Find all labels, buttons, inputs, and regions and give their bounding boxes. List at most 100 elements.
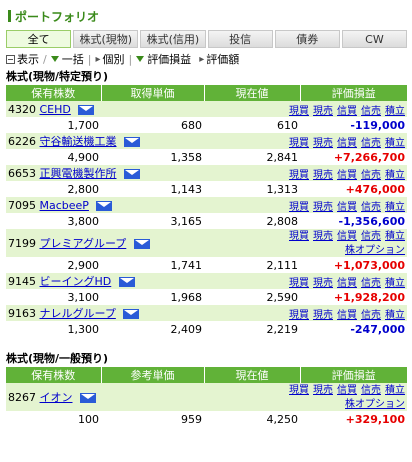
stock-option-link[interactable]: 株オプション xyxy=(345,399,405,410)
tab-all[interactable]: 全て xyxy=(6,30,72,48)
action-link[interactable]: 現売 xyxy=(313,202,333,213)
action-link[interactable]: 信買 xyxy=(337,385,357,396)
tab-cw[interactable]: CW xyxy=(341,30,408,48)
pl-value: +7,266,700 xyxy=(300,149,407,165)
action-link[interactable]: 現買 xyxy=(289,138,309,149)
col-pl: 評価損益 xyxy=(300,367,407,383)
action-link[interactable]: 信売 xyxy=(361,170,381,181)
stock-code: 9163 xyxy=(8,307,36,320)
mail-icon[interactable] xyxy=(123,309,140,319)
tab-funds[interactable]: 投信 xyxy=(207,30,273,48)
table-row-header: 9163 ナレルグループ 現買 現売 信買 信売 積立 xyxy=(6,305,407,321)
stock-code: 8267 xyxy=(8,391,36,404)
action-links: 現買 現売 信買 信売 積立 xyxy=(204,101,407,117)
stock-option-link[interactable]: 株オプション xyxy=(345,245,405,256)
table-row-header: 4320 CEHD 現買 現売 信買 信売 積立 xyxy=(6,101,407,117)
action-link[interactable]: 積立 xyxy=(385,106,405,117)
action-link[interactable]: 現買 xyxy=(289,202,309,213)
mail-icon[interactable] xyxy=(96,200,113,211)
action-link[interactable]: 信売 xyxy=(361,278,381,289)
bulk-option[interactable]: 一括 xyxy=(50,51,84,67)
current-price-value: 2,111 xyxy=(204,257,300,273)
unit-price-value: 1,741 xyxy=(101,257,204,273)
action-link[interactable]: 現買 xyxy=(289,278,309,289)
current-price-value: 2,808 xyxy=(204,213,300,229)
stock-name-link[interactable]: 守谷輸送機工業 xyxy=(40,135,117,148)
action-link[interactable]: 現売 xyxy=(313,138,333,149)
action-link[interactable]: 信売 xyxy=(361,231,381,242)
mail-icon[interactable] xyxy=(124,169,140,179)
action-link[interactable]: 信売 xyxy=(361,385,381,396)
mail-icon[interactable] xyxy=(124,137,140,147)
shares-value: 4,900 xyxy=(6,149,101,165)
individual-option[interactable]: ▸ 個別 xyxy=(95,51,124,67)
stock-name-link[interactable]: イオン xyxy=(40,391,73,404)
action-link[interactable]: 現売 xyxy=(313,231,333,242)
shares-value: 100 xyxy=(6,411,101,427)
valuation-pl-option[interactable]: 評価損益 xyxy=(136,51,191,67)
action-link[interactable]: 積立 xyxy=(385,385,405,396)
stock-name-link[interactable]: MacbeeP xyxy=(40,199,89,212)
triangle-down-icon xyxy=(50,56,59,62)
shares-value: 2,800 xyxy=(6,181,101,197)
table-row: 100 959 4,250 +329,100 xyxy=(6,411,407,427)
category-tabs: 全て 株式(現物) 株式(信用) 投信 債券 CW xyxy=(6,30,408,48)
stock-name-link[interactable]: ビーイングHD xyxy=(40,275,112,288)
action-link[interactable]: 信買 xyxy=(337,202,357,213)
action-link[interactable]: 積立 xyxy=(385,231,405,242)
action-link[interactable]: 信売 xyxy=(361,310,381,321)
action-link[interactable]: 現売 xyxy=(313,310,333,321)
action-link[interactable]: 信売 xyxy=(361,202,381,213)
list-icon xyxy=(6,54,15,64)
table-row-header: 7095 MacbeeP 現買 現売 信買 信売 積立 xyxy=(6,197,407,213)
action-link[interactable]: 信買 xyxy=(337,310,357,321)
table-row: 2,800 1,143 1,313 +476,000 xyxy=(6,181,407,197)
action-link[interactable]: 現買 xyxy=(289,170,309,181)
stock-name-link[interactable]: ナレルグループ xyxy=(40,307,116,320)
action-link[interactable]: 信売 xyxy=(361,106,381,117)
action-link[interactable]: 積立 xyxy=(385,170,405,181)
action-link[interactable]: 現売 xyxy=(313,106,333,117)
arrow-right-icon: ▸ xyxy=(199,53,205,65)
action-link[interactable]: 信売 xyxy=(361,138,381,149)
action-link[interactable]: 積立 xyxy=(385,202,405,213)
pl-value: +476,000 xyxy=(300,181,407,197)
valuation-amount-option[interactable]: ▸ 評価額 xyxy=(199,51,239,67)
action-link[interactable]: 現売 xyxy=(313,278,333,289)
action-link[interactable]: 積立 xyxy=(385,138,405,149)
unit-price-value: 1,143 xyxy=(101,181,204,197)
shares-value: 3,800 xyxy=(6,213,101,229)
stock-cell: 9163 ナレルグループ xyxy=(6,305,204,321)
pl-value: +329,100 xyxy=(300,411,407,427)
tab-bonds[interactable]: 債券 xyxy=(274,30,340,48)
holdings-table-specific: 保有株数 取得単価 現在値 評価損益 4320 CEHD 現買 現売 信買 信売 積立 1… xyxy=(6,85,407,337)
stock-name-link[interactable]: 正興電機製作所 xyxy=(40,167,117,180)
mail-icon[interactable] xyxy=(118,277,135,287)
action-link[interactable]: 信買 xyxy=(337,170,357,181)
stock-name-link[interactable]: CEHD xyxy=(40,103,71,116)
unit-price-value: 959 xyxy=(101,411,204,427)
action-link[interactable]: 信買 xyxy=(337,278,357,289)
tab-stock-cash[interactable]: 株式(現物) xyxy=(73,30,139,48)
pl-value: +1,073,000 xyxy=(300,257,407,273)
action-link[interactable]: 信買 xyxy=(337,106,357,117)
action-link[interactable]: 現買 xyxy=(289,385,309,396)
action-link[interactable]: 信買 xyxy=(337,231,357,242)
col-pl: 評価損益 xyxy=(300,85,407,101)
action-link[interactable]: 現買 xyxy=(289,106,309,117)
mail-icon[interactable] xyxy=(133,239,150,249)
tab-stock-margin[interactable]: 株式(信用) xyxy=(140,30,206,48)
action-link[interactable]: 現買 xyxy=(289,310,309,321)
action-link[interactable]: 現売 xyxy=(313,170,333,181)
action-link[interactable]: 信買 xyxy=(337,138,357,149)
action-link[interactable]: 積立 xyxy=(385,310,405,321)
mail-icon[interactable] xyxy=(80,393,96,403)
mail-icon[interactable] xyxy=(78,104,95,115)
action-link[interactable]: 積立 xyxy=(385,278,405,289)
stock-cell: 7199 プレミアグループ xyxy=(6,229,204,257)
action-link[interactable]: 現売 xyxy=(313,385,333,396)
page-title-text: ポートフォリオ xyxy=(15,9,100,24)
action-link[interactable]: 現買 xyxy=(289,231,309,242)
unit-price-value: 1,358 xyxy=(101,149,204,165)
stock-name-link[interactable]: プレミアグループ xyxy=(40,237,127,250)
